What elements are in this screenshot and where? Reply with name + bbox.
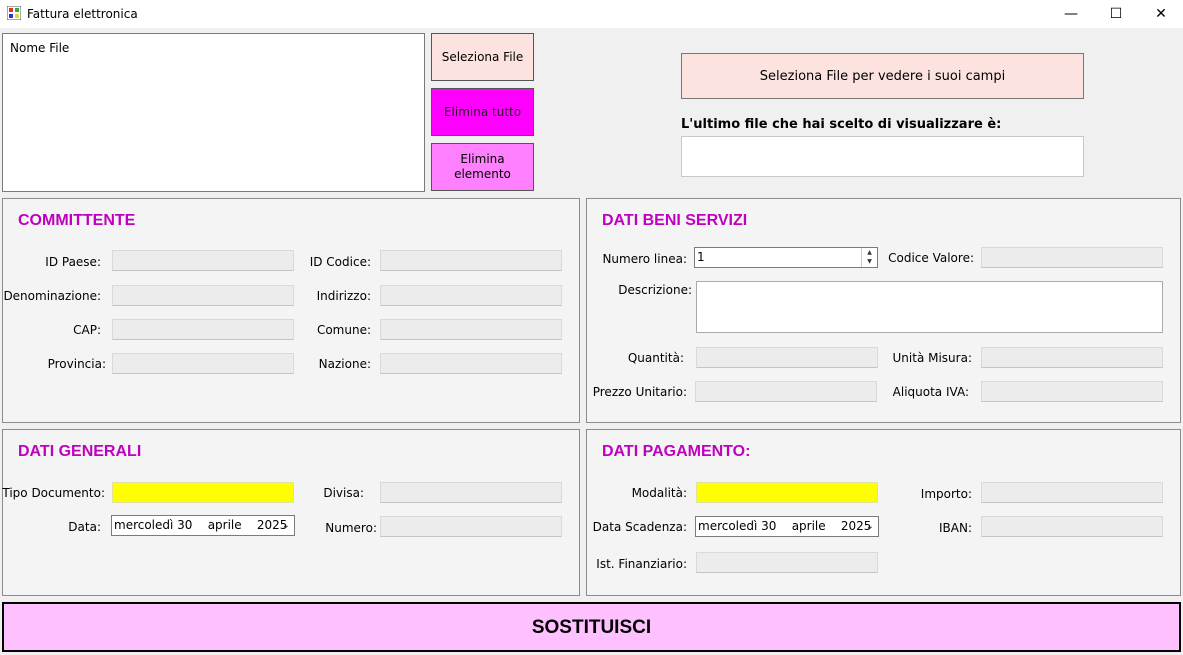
close-button[interactable]: ✕ [1138,0,1183,28]
modalita-label: Modalità: [631,486,687,500]
stepper-arrows[interactable]: ▲ ▼ [861,248,877,267]
id-paese-field[interactable] [112,250,294,271]
importo-field[interactable] [981,482,1163,503]
codice-valore-field[interactable] [981,247,1163,268]
provincia-label: Provincia: [47,357,106,371]
codice-valore-label: Codice Valore: [888,251,974,265]
data-scadenza-label: Data Scadenza: [592,520,687,534]
ist-finanziario-field[interactable] [696,552,878,573]
descrizione-field[interactable] [696,281,1163,333]
iban-label: IBAN: [939,521,972,535]
select-file-button[interactable]: Seleziona File [431,33,534,81]
app-icon [7,6,21,20]
committente-title: COMMITTENTE [18,212,136,229]
nazione-label: Nazione: [318,357,371,371]
numero-label: Numero: [325,521,377,535]
dati-pagamento-panel: DATI PAGAMENTO: Modalità: Importo: Data … [586,429,1181,596]
chevron-down-icon[interactable]: ⌄ [866,517,874,536]
delete-element-button[interactable]: Elimina elemento [431,143,534,191]
replace-button[interactable]: SOSTITUISCI [2,602,1181,652]
cap-label: CAP: [73,323,101,337]
indirizzo-label: Indirizzo: [316,289,371,303]
id-codice-label: ID Codice: [309,255,371,269]
prezzo-unitario-label: Prezzo Unitario: [592,385,687,399]
quantita-field[interactable] [696,347,878,368]
file-list[interactable]: Nome File [2,33,425,192]
iban-field[interactable] [981,516,1163,537]
denominazione-field[interactable] [112,285,294,306]
numero-linea-value: 1 [697,250,705,264]
nazione-field[interactable] [380,353,562,374]
denominazione-label: Denominazione: [3,289,101,303]
dati-pagamento-title: DATI PAGAMENTO: [602,443,751,460]
prezzo-unitario-field[interactable] [695,381,877,402]
divisa-field[interactable] [380,482,562,503]
data-label: Data: [68,520,101,534]
importo-label: Importo: [920,487,972,501]
ist-finanziario-label: Ist. Finanziario: [596,557,687,571]
close-icon: ✕ [1155,6,1167,22]
chevron-up-icon[interactable]: ▲ [862,248,877,257]
tipo-documento-label: Tipo Documento: [2,486,105,500]
maximize-icon: ☐ [1109,6,1123,22]
id-paese-label: ID Paese: [45,255,101,269]
data-value: mercoledì 30 aprile 2025 [114,518,288,532]
data-datepicker[interactable]: mercoledì 30 aprile 2025 ⌄ [111,515,295,536]
tipo-documento-field[interactable] [112,482,294,503]
minimize-button[interactable]: — [1048,0,1094,28]
title-bar: Fattura elettronica — ☐ ✕ [0,0,1183,28]
cap-field[interactable] [112,319,294,340]
provincia-field[interactable] [112,353,294,374]
aliquota-iva-field[interactable] [981,381,1163,402]
divisa-label: Divisa: [323,486,364,500]
comune-field[interactable] [380,319,562,340]
data-scadenza-value: mercoledì 30 aprile 2025 [698,519,872,533]
chevron-down-icon[interactable]: ▼ [862,257,877,266]
id-codice-field[interactable] [380,250,562,271]
unita-misura-label: Unità Misura: [892,351,972,365]
quantita-label: Quantità: [627,351,684,365]
dati-generali-panel: DATI GENERALI Tipo Documento: Divisa: Da… [2,429,580,596]
unita-misura-field[interactable] [981,347,1163,368]
minimize-icon: — [1064,6,1078,22]
chevron-down-icon[interactable]: ⌄ [282,516,290,535]
committente-panel: COMMITTENTE ID Paese: ID Codice: Denomin… [2,198,580,423]
file-list-header: Nome File [10,41,70,55]
comune-label: Comune: [316,323,371,337]
window-title: Fattura elettronica [27,7,138,21]
indirizzo-field[interactable] [380,285,562,306]
maximize-button[interactable]: ☐ [1093,0,1139,28]
view-fields-button[interactable]: Seleziona File per vedere i suoi campi [681,53,1084,99]
delete-all-button[interactable]: Elimina tutto [431,88,534,136]
descrizione-label: Descrizione: [618,283,692,297]
numero-linea-stepper[interactable]: 1 ▲ ▼ [694,247,878,268]
modalita-field[interactable] [696,482,878,503]
last-file-label: L'ultimo file che hai scelto di visualiz… [681,117,1002,132]
last-file-field[interactable] [681,136,1084,177]
beni-servizi-title: DATI BENI SERVIZI [602,212,748,229]
numero-linea-label: Numero linea: [602,252,687,266]
numero-field[interactable] [380,516,562,537]
aliquota-iva-label: Aliquota IVA: [892,385,969,399]
dati-generali-title: DATI GENERALI [18,443,142,460]
beni-servizi-panel: DATI BENI SERVIZI Numero linea: 1 ▲ ▼ Co… [586,198,1181,423]
data-scadenza-datepicker[interactable]: mercoledì 30 aprile 2025 ⌄ [695,516,879,537]
